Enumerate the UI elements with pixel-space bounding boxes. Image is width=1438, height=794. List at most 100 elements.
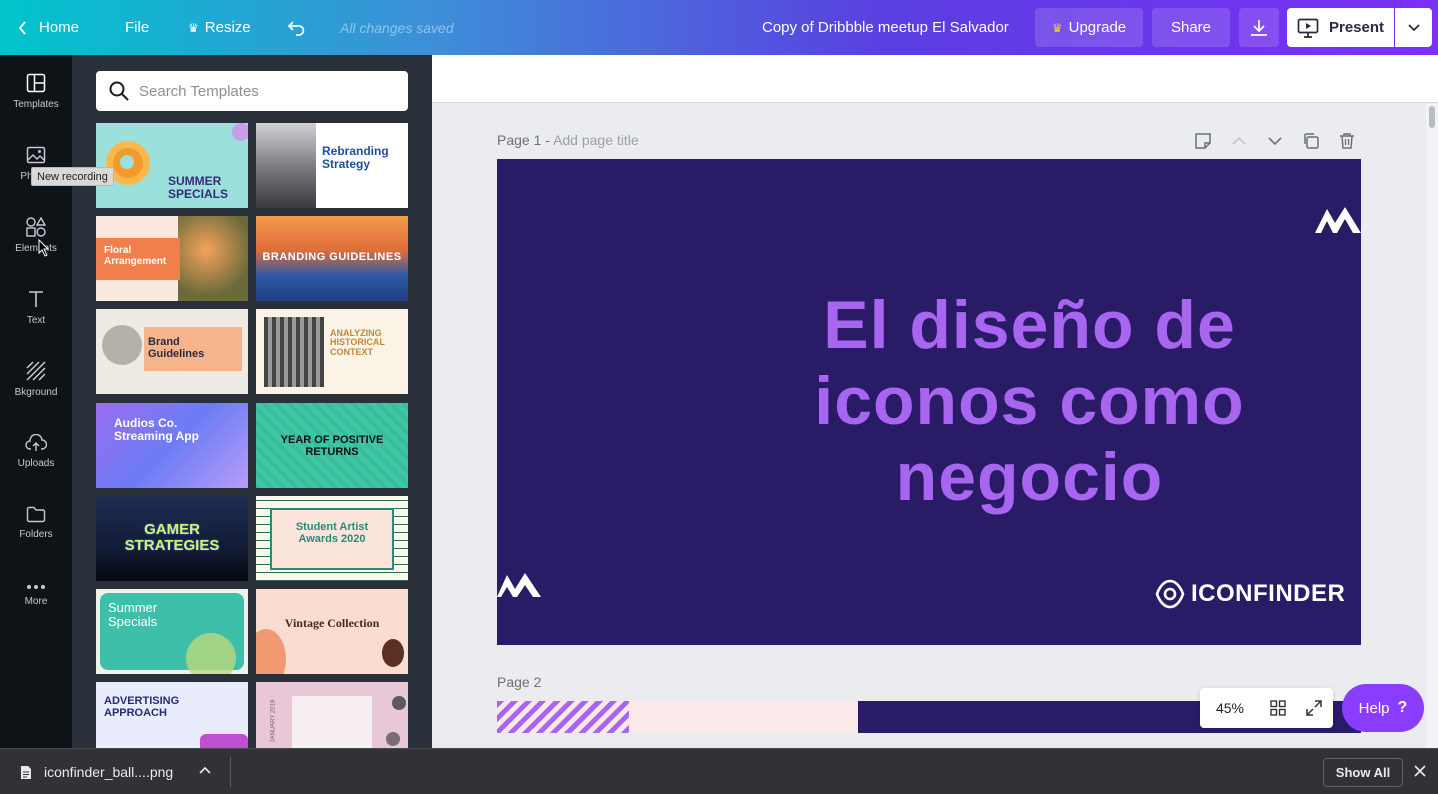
- slide-title[interactable]: El diseño de iconos como negocio: [797, 287, 1262, 515]
- rail-label: Templates: [13, 98, 59, 110]
- template-card[interactable]: GAMER STRATEGIES: [96, 496, 248, 581]
- template-card[interactable]: Vintage Collection: [256, 589, 408, 674]
- upload-cloud-icon: [25, 433, 47, 451]
- divider: [230, 757, 231, 787]
- template-card[interactable]: ADVERTISING APPROACH: [96, 682, 248, 748]
- template-card[interactable]: YEAR OF POSITIVE RETURNS: [256, 403, 408, 488]
- page-title-input[interactable]: Add page title: [553, 132, 639, 148]
- elements-icon: [26, 216, 47, 237]
- download-bar: iconfinder_ball....png Show All: [0, 748, 1438, 794]
- editor-toolbar: [432, 55, 1438, 103]
- download-item[interactable]: iconfinder_ball....png: [20, 749, 173, 794]
- grid-view-button[interactable]: [1260, 700, 1296, 716]
- rail-item-background[interactable]: Bkground: [0, 343, 72, 415]
- duplicate-icon[interactable]: [1302, 132, 1320, 150]
- template-title: Vintage Collection: [284, 616, 380, 630]
- template-title: YEAR OF POSITIVE RETURNS: [280, 434, 384, 458]
- template-title: Brand Guidelines: [148, 336, 205, 360]
- more-icon: [27, 584, 45, 589]
- templates-icon: [26, 73, 46, 92]
- template-card[interactable]: Rebranding Strategy: [256, 123, 408, 208]
- template-card[interactable]: SUMMER SPECIALS: [96, 123, 248, 208]
- document-title[interactable]: Copy of Dribbble meetup El Salvador: [762, 0, 1009, 55]
- template-card[interactable]: JANUARY 2019: [256, 682, 408, 748]
- rail-item-templates[interactable]: Templates: [0, 55, 72, 127]
- rail-item-more[interactable]: More: [0, 559, 72, 631]
- folder-icon: [26, 506, 46, 523]
- crown-icon: ♛: [188, 20, 199, 35]
- vertical-scrollbar[interactable]: [1426, 104, 1438, 748]
- zoom-controls: 45%: [1200, 688, 1333, 728]
- template-card[interactable]: Floral Arrangement: [96, 216, 248, 301]
- chevron-down-icon: [1407, 23, 1420, 31]
- template-card[interactable]: ANALYZING HISTORICAL CONTEXT: [256, 309, 408, 394]
- rail-item-elements[interactable]: Elements: [0, 199, 72, 271]
- undo-icon: [288, 20, 305, 36]
- search-input[interactable]: [139, 82, 389, 100]
- crown-icon: ♛: [1051, 20, 1063, 35]
- template-card[interactable]: Audios Co. Streaming App: [96, 403, 248, 488]
- present-options-button[interactable]: [1395, 8, 1432, 47]
- rail-item-uploads[interactable]: Uploads: [0, 415, 72, 487]
- rail-label: Folders: [19, 529, 53, 540]
- template-title: BRANDING GUIDELINES: [262, 251, 402, 263]
- rail-label: Bkground: [14, 386, 58, 398]
- resize-button[interactable]: ♛ Resize: [188, 0, 251, 55]
- template-title: JANUARY 2019: [270, 699, 277, 743]
- rail-label: Text: [26, 314, 46, 326]
- template-title: Rebranding Strategy: [322, 144, 389, 171]
- move-down-icon[interactable]: [1266, 132, 1284, 150]
- trash-icon[interactable]: [1338, 132, 1356, 150]
- template-card[interactable]: BRANDING GUIDELINES: [256, 216, 408, 301]
- upgrade-button[interactable]: ♛ Upgrade: [1035, 8, 1143, 47]
- rail-label: Uploads: [17, 457, 55, 469]
- template-card[interactable]: Summer Specials: [96, 589, 248, 674]
- background-icon: [26, 360, 46, 381]
- search-box[interactable]: [96, 71, 408, 111]
- templates-panel: SUMMER SPECIALS Rebranding Strategy Flor…: [72, 55, 432, 748]
- note-icon[interactable]: [1194, 132, 1212, 150]
- file-menu[interactable]: File: [125, 0, 149, 55]
- zoom-level[interactable]: 45%: [1200, 700, 1260, 716]
- present-icon: [1297, 18, 1319, 38]
- rail-item-folders[interactable]: Folders: [0, 487, 72, 559]
- undo-button[interactable]: [288, 0, 308, 55]
- show-all-button[interactable]: Show All: [1323, 758, 1403, 787]
- iconfinder-logo: ICONFINDER: [1155, 579, 1345, 609]
- eye-logo-icon: [1155, 579, 1185, 609]
- photo-icon: [26, 146, 46, 163]
- template-card[interactable]: Student Artist Awards 2020: [256, 496, 408, 581]
- help-button[interactable]: Help ?: [1342, 684, 1424, 732]
- move-up-icon[interactable]: [1230, 132, 1248, 150]
- side-rail: Templates Photos Elements Text Bkground …: [0, 55, 72, 748]
- home-button[interactable]: Home: [18, 0, 79, 55]
- fullscreen-button[interactable]: [1296, 700, 1332, 716]
- save-status: All changes saved: [340, 19, 454, 36]
- template-title: Student Artist Awards 2020: [295, 521, 369, 545]
- chevron-left-icon: [18, 20, 26, 35]
- search-icon: [109, 81, 129, 101]
- text-icon: [29, 290, 43, 307]
- download-icon: [1251, 19, 1267, 36]
- close-icon[interactable]: [1414, 765, 1426, 777]
- slide-page-1[interactable]: El diseño de iconos como negocio ICONFIN…: [497, 159, 1361, 645]
- template-card[interactable]: Brand Guidelines: [96, 309, 248, 394]
- rail-label: Elements: [15, 242, 57, 254]
- download-button[interactable]: [1239, 8, 1279, 47]
- present-button[interactable]: Present: [1287, 8, 1394, 47]
- chevron-up-icon[interactable]: [199, 765, 211, 775]
- template-title: Summer Specials: [108, 600, 158, 629]
- rail-item-text[interactable]: Text: [0, 271, 72, 343]
- brand-name: ICONFINDER: [1191, 580, 1346, 607]
- page-number: Page 1 -: [497, 132, 550, 148]
- help-label: Help: [1358, 699, 1390, 717]
- scrollbar-thumb[interactable]: [1429, 106, 1435, 128]
- grid-icon: [1270, 700, 1286, 716]
- page-2-label: Page 2: [497, 674, 542, 690]
- top-bar: Home File ♛ Resize All changes saved Cop…: [0, 0, 1438, 55]
- share-button[interactable]: Share: [1152, 8, 1230, 47]
- rail-item-photos[interactable]: Photos: [0, 127, 72, 199]
- template-title: ANALYZING HISTORICAL CONTEXT: [330, 328, 385, 357]
- rail-label: More: [24, 595, 48, 607]
- upgrade-label: Upgrade: [1068, 19, 1127, 36]
